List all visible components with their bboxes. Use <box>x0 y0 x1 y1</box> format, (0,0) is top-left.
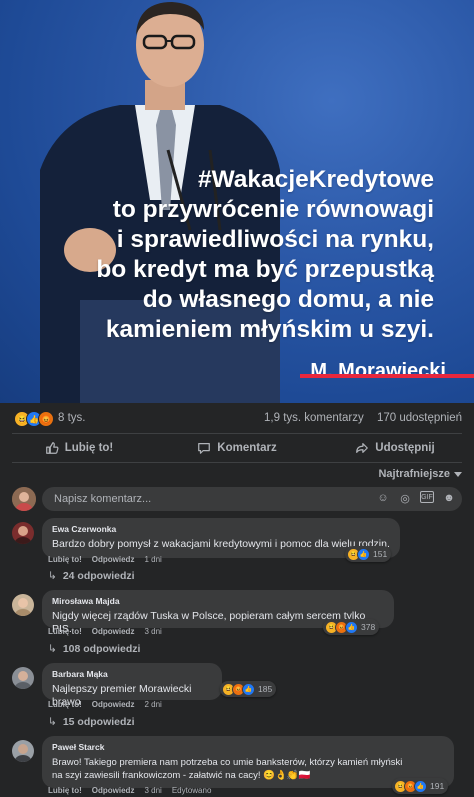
comment-edited-label[interactable]: Edytowano <box>172 786 212 795</box>
quote-line: do własnego domu, a nie <box>142 286 434 313</box>
reply-arrow-icon: ↳ <box>48 643 57 655</box>
share-icon <box>356 443 369 453</box>
comment-reactions[interactable]: 😆 😡 👍 378 <box>323 619 380 635</box>
comment-meta: Lubię to! Odpowiedz 3 dni Edytowano <box>48 786 221 795</box>
comment-time[interactable]: 3 dni <box>144 786 161 795</box>
comment-reaction-count: 191 <box>430 781 445 791</box>
comment-input[interactable]: Napisz komentarz... ☺ ◎ GIF ☻ <box>42 487 462 511</box>
like-button-label: Lubię to! <box>64 442 114 454</box>
share-button-label: Udostępnij <box>375 442 435 454</box>
comment-like-link[interactable]: Lubię to! <box>48 627 82 636</box>
view-replies-link[interactable]: ↳ 15 odpowiedzi <box>48 716 135 728</box>
commenter-avatar[interactable] <box>12 594 34 616</box>
quote-line: bo kredyt ma być przepustką <box>96 256 434 283</box>
commenter-name[interactable]: Barbara Mąka <box>52 669 212 679</box>
like-reaction-icon: 👍 <box>357 547 370 561</box>
comment-bubble: Barbara Mąka Najlepszy premier Morawieck… <box>42 663 222 708</box>
replies-count: 108 odpowiedzi <box>62 643 141 655</box>
replies-count: 24 odpowiedzi <box>62 570 135 582</box>
quote-line: to przywrócenie równowagi <box>112 196 434 223</box>
replies-count: 15 odpowiedzi <box>62 716 135 728</box>
comment-reactions[interactable]: 😆 👍 151 <box>345 546 392 562</box>
comment-like-link[interactable]: Lubię to! <box>48 555 82 564</box>
comment-reaction-count: 151 <box>373 549 388 559</box>
reactions-count[interactable]: 8 tys. <box>58 412 85 424</box>
commenter-name[interactable]: Ewa Czerwonka <box>52 524 390 534</box>
comment-reactions[interactable]: 😆 😡 👍 191 <box>392 778 449 794</box>
quote-line: #WakacjeKredytowe <box>197 166 434 193</box>
comment-bubble: Paweł Starck Brawo! Takiego premiera nam… <box>42 736 454 788</box>
reply-arrow-icon: ↳ <box>48 570 57 582</box>
comment-button[interactable]: Komentarz <box>158 434 316 462</box>
shares-count[interactable]: 170 udostępnień <box>377 412 462 424</box>
author-underline <box>300 374 474 378</box>
post-image[interactable]: #WakacjeKredytowe to przywrócenie równow… <box>0 0 474 403</box>
gif-icon[interactable]: GIF <box>420 491 434 503</box>
emoji-icon[interactable]: ☺ <box>376 491 390 505</box>
comments-count[interactable]: 1,9 tys. komentarzy <box>264 412 364 424</box>
post-actions: Lubię to! Komentarz Udostępnij <box>0 434 474 462</box>
comment-input-placeholder: Napisz komentarz... <box>54 493 152 505</box>
comment-time[interactable]: 1 dni <box>144 555 161 564</box>
post-stats: 😆 👍 😡 8 tys. 1,9 tys. komentarzy 170 udo… <box>0 403 474 433</box>
view-replies-link[interactable]: ↳ 24 odpowiedzi <box>48 570 135 582</box>
commenter-avatar[interactable] <box>12 740 34 762</box>
comment-meta: Lubię to! Odpowiedz 3 dni <box>48 627 172 636</box>
thumbs-up-icon <box>45 442 59 454</box>
comment-icon <box>198 443 211 454</box>
comment-text-line: Brawo! Takiego premiera nam potrzeba co … <box>52 757 403 768</box>
commenter-avatar[interactable] <box>12 522 34 544</box>
comment-sort-dropdown[interactable]: Najtrafniejsze <box>378 468 462 480</box>
comment-meta: Lubię to! Odpowiedz 2 dni <box>48 700 172 709</box>
comment-time[interactable]: 2 dni <box>144 700 161 709</box>
comment-reaction-count: 185 <box>258 684 273 694</box>
commenter-name[interactable]: Mirosława Majda <box>52 596 384 606</box>
comment-text-line: na szyi zawiesili frankowiczom - załatwi… <box>52 770 311 781</box>
comment-reply-link[interactable]: Odpowiedz <box>92 700 135 709</box>
user-avatar[interactable] <box>12 487 36 511</box>
commenter-avatar[interactable] <box>12 667 34 689</box>
comment-meta: Lubię to! Odpowiedz 1 dni <box>48 555 172 564</box>
comment-time[interactable]: 3 dni <box>144 627 161 636</box>
reaction-icons[interactable]: 😆 👍 😡 <box>14 411 54 427</box>
quote-line: kamieniem młyńskim u szyi. <box>105 316 434 343</box>
reply-arrow-icon: ↳ <box>48 716 57 728</box>
comment-text: Bardzo dobry pomysł z wakacjami kredytow… <box>52 538 390 550</box>
comment-like-link[interactable]: Lubię to! <box>48 700 82 709</box>
view-replies-link[interactable]: ↳ 108 odpowiedzi <box>48 643 140 655</box>
quote-line: i sprawiedliwości na rynku, <box>116 226 434 253</box>
like-reaction-icon: 👍 <box>414 779 427 793</box>
angry-reaction-icon: 😡 <box>38 411 54 427</box>
share-button[interactable]: Udostępnij <box>316 434 474 462</box>
comment-composer: Napisz komentarz... ☺ ◎ GIF ☻ <box>12 487 462 512</box>
comment-reply-link[interactable]: Odpowiedz <box>92 627 135 636</box>
comment-like-link[interactable]: Lubię to! <box>48 786 82 795</box>
like-button[interactable]: Lubię to! <box>0 434 158 462</box>
post-quote: #WakacjeKredytowe to przywrócenie równow… <box>64 165 434 345</box>
comment-button-label: Komentarz <box>217 442 277 454</box>
sort-label: Najtrafniejsze <box>378 468 450 480</box>
sticker-icon[interactable]: ☻ <box>442 491 456 505</box>
caret-down-icon <box>454 471 462 477</box>
commenter-name[interactable]: Paweł Starck <box>52 742 444 752</box>
divider <box>12 462 462 463</box>
like-reaction-icon: 👍 <box>242 682 255 696</box>
quote-author: M. Morawiecki <box>310 360 446 382</box>
like-reaction-icon: 👍 <box>345 620 358 634</box>
comment-reaction-count: 378 <box>361 622 376 632</box>
comment-reactions[interactable]: 😆 😡 👍 185 <box>220 681 277 697</box>
comment-reply-link[interactable]: Odpowiedz <box>92 786 135 795</box>
comment-reply-link[interactable]: Odpowiedz <box>92 555 135 564</box>
camera-icon[interactable]: ◎ <box>398 491 412 505</box>
